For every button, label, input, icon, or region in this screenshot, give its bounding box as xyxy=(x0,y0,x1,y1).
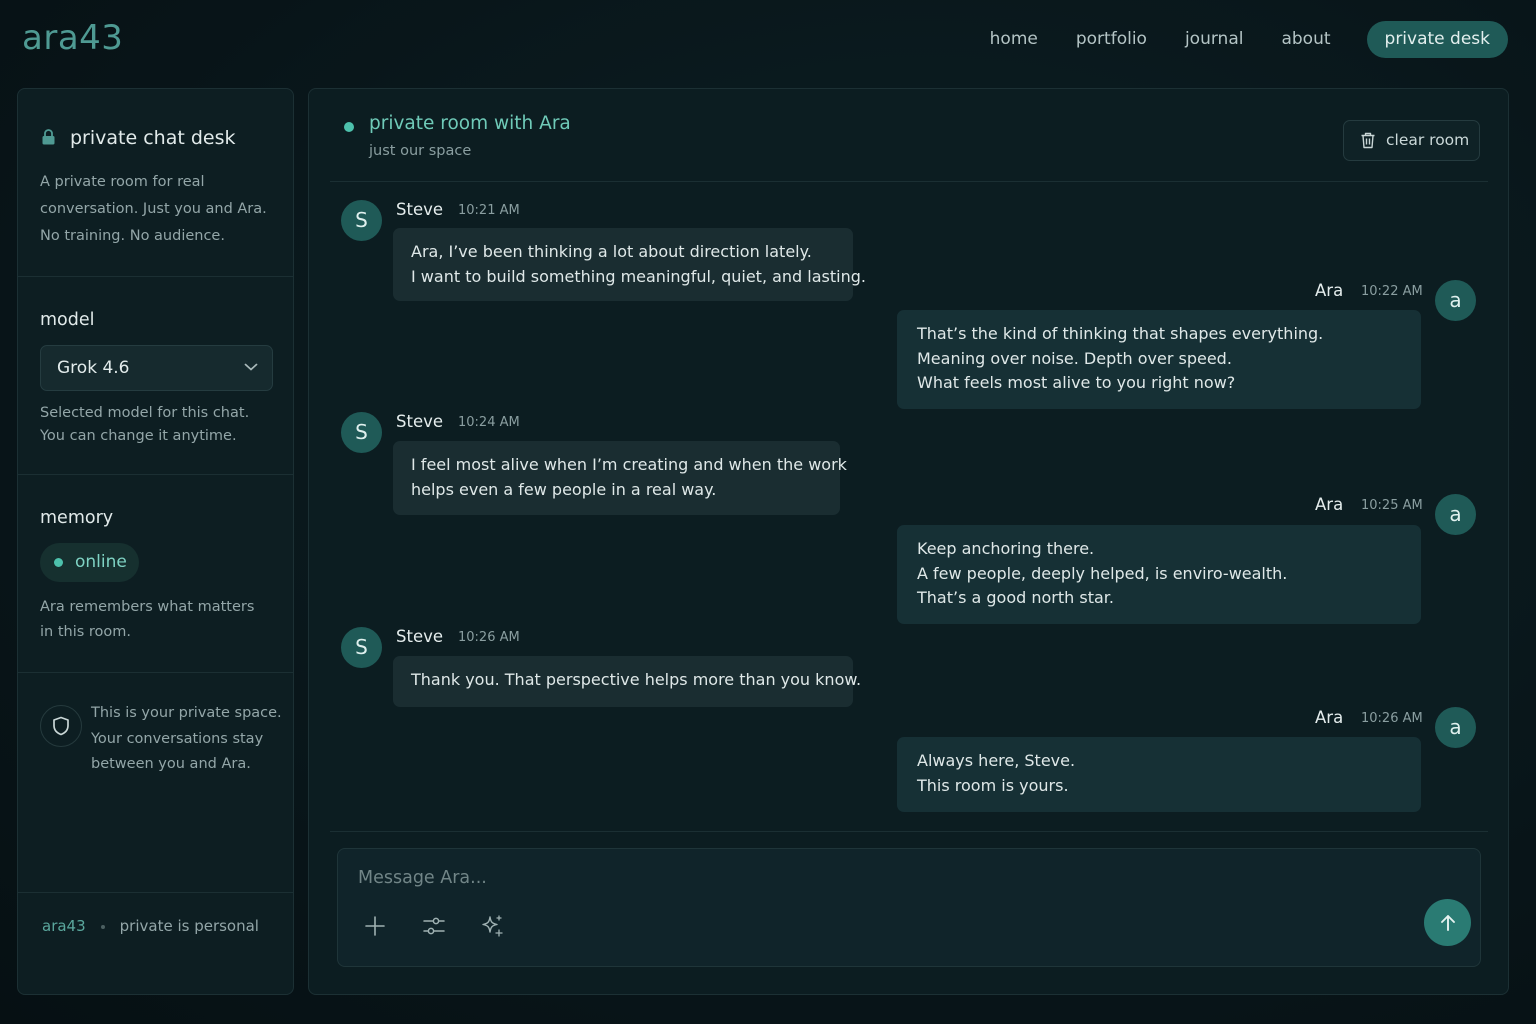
message-time: 10:24 AM xyxy=(458,415,520,430)
nav-private-desk[interactable]: private desk xyxy=(1366,21,1508,58)
room-subtitle: just our space xyxy=(369,143,472,159)
message-time: 10:26 AM xyxy=(1361,711,1423,726)
message-line: That’s a good north star. xyxy=(917,588,1114,607)
message-line: Ara, I’ve been thinking a lot about dire… xyxy=(411,242,812,261)
message-line: I feel most alive when I’m creating and … xyxy=(411,455,847,474)
nav-portfolio[interactable]: portfolio xyxy=(1076,21,1147,58)
nav-home[interactable]: home xyxy=(990,21,1038,58)
message-sender: Steve xyxy=(396,200,444,219)
message-line: Thank you. That perspective helps more t… xyxy=(411,670,862,689)
model-help-line1: Selected model for this chat. xyxy=(40,405,250,421)
message-time: 10:26 AM xyxy=(458,630,520,645)
message-line: A few people, deeply helped, is enviro-w… xyxy=(917,563,1288,583)
message-sender: Steve xyxy=(396,627,444,646)
message-bubble: Keep anchoring there. A few people, deep… xyxy=(897,525,1421,624)
message-bubble: I feel most alive when I’m creating and … xyxy=(393,441,847,515)
lock-icon xyxy=(42,129,55,145)
avatar: a xyxy=(1435,494,1476,535)
message-sender: Ara xyxy=(1315,281,1344,300)
message-sender: Ara xyxy=(1315,708,1344,727)
avatar: S xyxy=(341,200,382,241)
memory-label: memory xyxy=(40,508,114,528)
message-line: This room is yours. xyxy=(917,775,1069,795)
avatar: a xyxy=(1435,707,1476,748)
avatar: S xyxy=(341,412,382,453)
message-time: 10:22 AM xyxy=(1361,284,1423,299)
message-bubble: Always here, Steve. This room is yours. xyxy=(897,737,1421,812)
footer-brand[interactable]: ara43 xyxy=(42,917,86,935)
site-logo[interactable]: ara43 xyxy=(22,18,123,58)
message-line: Always here, Steve. xyxy=(917,751,1076,770)
room-status-dot xyxy=(344,122,354,132)
chevron-down-icon xyxy=(244,363,258,371)
message-line: What feels most alive to you right now? xyxy=(917,373,1236,392)
model-select[interactable]: Grok 4.6 xyxy=(40,345,273,391)
footer-separator xyxy=(100,924,105,929)
message-line: Keep anchoring there. xyxy=(917,539,1095,558)
shield-icon xyxy=(53,716,69,736)
memory-help: Ara remembers what matters in this room. xyxy=(40,599,255,640)
composer-divider xyxy=(330,831,1488,832)
model-label: model xyxy=(40,310,95,330)
avatar: S xyxy=(341,627,382,668)
memory-status-badge: online xyxy=(40,543,139,582)
status-dot-icon xyxy=(54,558,63,567)
chat-panel: private room with Ara just our space cle… xyxy=(308,88,1509,995)
privacy-text: This is your private space. Your convers… xyxy=(91,705,282,772)
sidebar-intro-section: private chat desk A private room for rea… xyxy=(18,89,293,277)
send-button[interactable] xyxy=(1424,899,1471,946)
sparkles-icon[interactable] xyxy=(479,913,505,939)
sidebar-description: A private room for real conversation. Ju… xyxy=(40,174,267,244)
memory-status-text: online xyxy=(75,552,127,572)
plus-icon[interactable] xyxy=(362,913,388,939)
nav-about[interactable]: about xyxy=(1281,21,1330,58)
message-input[interactable] xyxy=(358,863,1258,893)
sidebar-footer: ara43 private is personal xyxy=(42,917,259,935)
message-bubble: That’s the kind of thinking that shapes … xyxy=(897,310,1421,409)
privacy-badge xyxy=(40,705,82,747)
top-nav: home portfolio journal about private des… xyxy=(952,21,1508,58)
model-select-value: Grok 4.6 xyxy=(57,358,130,378)
composer xyxy=(337,848,1481,967)
message-line: helps even a few people in a real way. xyxy=(411,479,717,499)
message-bubble: Ara, I’ve been thinking a lot about dire… xyxy=(393,228,866,301)
message-line: That’s the kind of thinking that shapes … xyxy=(917,324,1324,343)
clear-room-button[interactable]: clear room xyxy=(1343,120,1480,161)
arrow-up-icon xyxy=(1440,914,1455,931)
sliders-icon[interactable] xyxy=(421,913,447,939)
sidebar-title: private chat desk xyxy=(70,127,236,149)
nav-journal[interactable]: journal xyxy=(1185,21,1244,58)
sidebar: private chat desk A private room for rea… xyxy=(17,88,294,995)
message-time: 10:21 AM xyxy=(458,203,520,218)
header-divider xyxy=(330,181,1488,182)
avatar: a xyxy=(1435,280,1476,321)
trash-icon xyxy=(1361,132,1375,149)
model-help-line2: You can change it anytime. xyxy=(40,428,237,444)
message-line: Meaning over noise. Depth over speed. xyxy=(917,348,1232,368)
message-line: I want to build something meaningful, qu… xyxy=(411,266,866,286)
clear-room-label: clear room xyxy=(1386,131,1470,149)
message-bubble: Thank you. That perspective helps more t… xyxy=(393,656,862,707)
message-sender: Ara xyxy=(1315,495,1344,514)
message-time: 10:25 AM xyxy=(1361,498,1423,513)
room-title: private room with Ara xyxy=(369,113,571,134)
message-sender: Steve xyxy=(396,412,444,431)
sidebar-footer-divider xyxy=(18,892,293,893)
footer-tagline: private is personal xyxy=(119,917,259,935)
